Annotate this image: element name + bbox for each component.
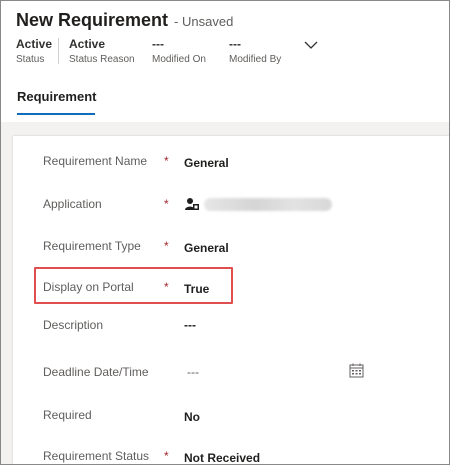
requirement-name-label: Requirement Name (43, 154, 148, 168)
header-field-status-reason[interactable]: Active Status Reason (69, 37, 135, 67)
modified-on-value: --- (152, 37, 164, 51)
description-label: Description (43, 318, 104, 332)
requirement-type-label: Requirement Type (43, 239, 141, 253)
header-divider (58, 38, 59, 64)
status-reason-label: Status Reason (69, 54, 135, 65)
requirement-status-field[interactable]: Not Received (184, 451, 260, 464)
requirement-status-label: Requirement Status (43, 449, 150, 463)
required-label: Required (43, 408, 92, 422)
application-label: Application (43, 197, 102, 211)
chevron-down-icon[interactable] (303, 39, 319, 51)
required-marker: * (164, 280, 169, 294)
required-marker: * (164, 197, 169, 211)
required-marker: * (164, 449, 169, 463)
header-field-modified-on: --- Modified On (152, 37, 206, 67)
deadline-field[interactable]: --- (187, 365, 199, 379)
header-field-modified-by: --- Modified By (229, 37, 281, 67)
application-lookup-value[interactable] (204, 198, 332, 211)
deadline-label: Deadline Date/Time (43, 365, 149, 379)
contact-lookup-icon (185, 198, 199, 210)
requirement-name-field[interactable]: General (184, 156, 229, 170)
tab-active-indicator (17, 113, 95, 115)
unsaved-indicator: - Unsaved (174, 14, 234, 29)
modified-by-value: --- (229, 37, 241, 51)
description-field[interactable]: --- (184, 318, 196, 332)
modified-by-label: Modified By (229, 54, 282, 65)
status-reason-value: Active (69, 37, 106, 51)
form-window: New Requirement - Unsaved Active Status … (0, 0, 450, 465)
modified-on-label: Modified On (152, 54, 206, 65)
requirement-type-field[interactable]: General (184, 241, 229, 255)
required-marker: * (164, 239, 169, 253)
required-field[interactable]: No (184, 410, 200, 424)
calendar-icon[interactable] (349, 363, 364, 378)
header-field-status: Active Status (16, 37, 52, 67)
tab-requirement[interactable]: Requirement (17, 89, 96, 104)
display-on-portal-field[interactable]: True (184, 282, 209, 296)
required-marker: * (164, 154, 169, 168)
page-title: New Requirement - Unsaved (16, 10, 233, 31)
status-value: Active (16, 37, 53, 51)
record-title: New Requirement (16, 10, 169, 30)
status-label: Status (16, 54, 45, 65)
display-on-portal-label: Display on Portal (43, 280, 134, 294)
